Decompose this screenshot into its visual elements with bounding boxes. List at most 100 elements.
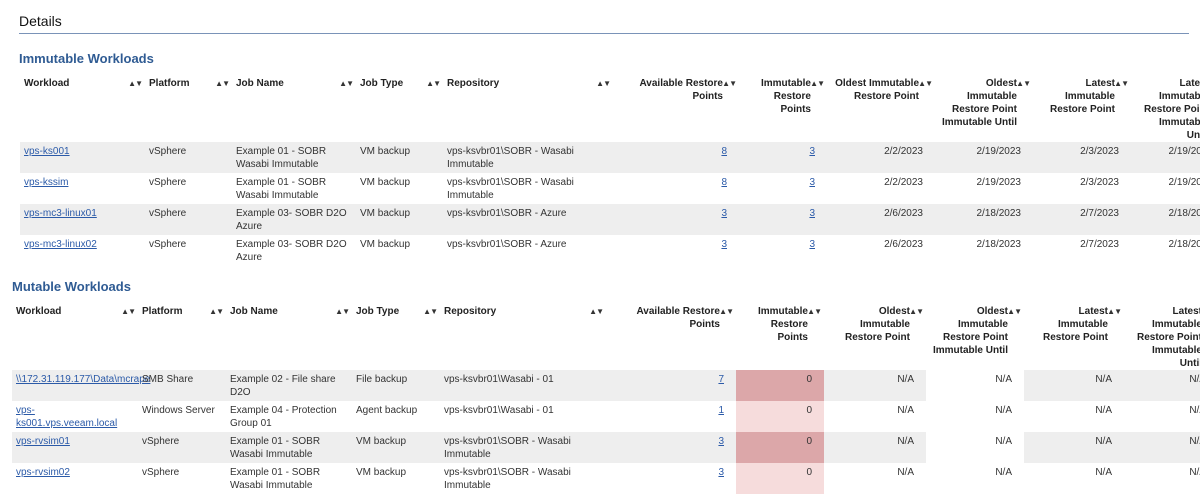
cell-available-restore-points: 3 bbox=[613, 235, 739, 266]
sort-icon[interactable]: ▲▼ bbox=[423, 305, 438, 318]
sort-icon[interactable]: ▲▼ bbox=[909, 305, 924, 318]
col-header-repository[interactable]: Repository ▲▼ bbox=[440, 305, 606, 370]
col-header-available-restore-points[interactable]: Available Restore Points ▲▼ bbox=[613, 77, 739, 142]
col-header-latest-immutable-until[interactable]: Latest Immutable Restore Point Immutable… bbox=[1124, 305, 1200, 370]
cell-oldest-immutable-restore-point: 2/6/2023 bbox=[827, 204, 935, 235]
workload-link[interactable]: vps-mc3-linux01 bbox=[24, 208, 97, 219]
cell-job-name: Example 04 - Protection Group 01 bbox=[230, 405, 337, 429]
cell-platform: vSphere bbox=[145, 204, 232, 235]
cell-repository: vps-ksvbr01\SOBR - Wasabi Immutable bbox=[440, 432, 606, 463]
col-header-latest-immutable-restore-point[interactable]: Latest Immutable Restore Point ▲▼ bbox=[1033, 77, 1131, 142]
cell-oldest-immutable-until: 2/19/2023 bbox=[935, 142, 1033, 173]
sort-icon[interactable]: ▲▼ bbox=[339, 77, 354, 90]
cell-job-name: Example 01 - SOBR Wasabi Immutable bbox=[232, 142, 356, 173]
cell-workload: \\172.31.119.177\Data\mcrape bbox=[12, 370, 150, 401]
col-header-repository[interactable]: Repository ▲▼ bbox=[443, 77, 613, 142]
cell-latest-immutable-until: N/A bbox=[1124, 432, 1200, 463]
col-header-oldest-immutable-restore-point[interactable]: Oldest Immutable Restore Point ▲▼ bbox=[824, 305, 926, 370]
restore-points-link[interactable]: 3 bbox=[809, 146, 815, 157]
col-header-job-type[interactable]: Job Type ▲▼ bbox=[356, 77, 443, 142]
cell-latest-immutable-restore-point: N/A bbox=[1095, 467, 1112, 478]
immutable-workloads-table: Workload ▲▼ Platform ▲▼ Job Name ▲▼ Job Typ… bbox=[20, 77, 1200, 266]
restore-points-link[interactable]: 3 bbox=[718, 467, 724, 478]
cell-latest-immutable-until: N/A bbox=[1124, 370, 1200, 401]
col-header-workload[interactable]: Workload ▲▼ bbox=[20, 77, 145, 142]
sort-icon[interactable]: ▲▼ bbox=[335, 305, 350, 318]
cell-job-type: VM backup bbox=[352, 432, 440, 463]
restore-points-link[interactable]: 8 bbox=[721, 146, 727, 157]
col-header-immutable-restore-points[interactable]: Immutable Restore Points ▲▼ bbox=[736, 305, 824, 370]
cell-available-restore-points: 8 bbox=[613, 173, 739, 204]
restore-points-link[interactable]: 3 bbox=[721, 239, 727, 250]
cell-job-name: Example 03- SOBR D2O Azure bbox=[236, 239, 347, 263]
col-header-available-restore-points[interactable]: Available Restore Points ▲▼ bbox=[606, 305, 736, 370]
workload-link[interactable]: vps-mc3-linux02 bbox=[24, 239, 97, 250]
restore-points-link[interactable]: 3 bbox=[809, 177, 815, 188]
restore-points-link[interactable]: 8 bbox=[721, 177, 727, 188]
sort-icon[interactable]: ▲▼ bbox=[215, 77, 230, 90]
col-header-job-name[interactable]: Job Name ▲▼ bbox=[232, 77, 356, 142]
cell-platform: vSphere bbox=[145, 142, 232, 173]
cell-latest-immutable-restore-point: N/A bbox=[1095, 405, 1112, 416]
restore-points-link[interactable]: 3 bbox=[718, 436, 724, 447]
cell-platform: Windows Server bbox=[142, 405, 215, 416]
sort-icon[interactable]: ▲▼ bbox=[209, 305, 224, 318]
cell-platform: vSphere bbox=[149, 239, 187, 250]
restore-points-link[interactable]: 3 bbox=[809, 208, 815, 219]
workload-link[interactable]: vps-rvsim01 bbox=[16, 436, 70, 447]
sort-icon[interactable]: ▲▼ bbox=[1016, 77, 1031, 90]
workload-link[interactable]: vps-ks001 bbox=[24, 146, 70, 157]
col-header-platform[interactable]: Platform ▲▼ bbox=[138, 305, 226, 370]
col-header-job-name[interactable]: Job Name ▲▼ bbox=[226, 305, 352, 370]
sort-icon[interactable]: ▲▼ bbox=[719, 305, 734, 318]
restore-points-link[interactable]: 3 bbox=[809, 239, 815, 250]
col-header-workload[interactable]: Workload ▲▼ bbox=[12, 305, 138, 370]
sort-icon[interactable]: ▲▼ bbox=[589, 305, 604, 318]
cell-platform: vSphere bbox=[149, 177, 187, 188]
sort-icon[interactable]: ▲▼ bbox=[128, 77, 143, 90]
sort-icon[interactable]: ▲▼ bbox=[596, 77, 611, 90]
col-header-oldest-immutable-until[interactable]: Oldest Immutable Restore Point Immutable… bbox=[935, 77, 1033, 142]
restore-points-link[interactable]: 1 bbox=[718, 405, 724, 416]
sort-icon[interactable]: ▲▼ bbox=[918, 77, 933, 90]
cell-available-restore-points: 1 bbox=[606, 401, 736, 432]
cell-oldest-immutable-until: 2/18/2023 bbox=[935, 204, 1033, 235]
cell-oldest-immutable-restore-point: N/A bbox=[897, 405, 914, 416]
sort-icon[interactable]: ▲▼ bbox=[121, 305, 136, 318]
cell-immutable-restore-points: 3 bbox=[739, 173, 827, 204]
cell-repository: vps-ksvbr01\SOBR - Azure bbox=[447, 239, 567, 250]
col-header-latest-immutable-restore-point[interactable]: Latest Immutable Restore Point ▲▼ bbox=[1024, 305, 1124, 370]
immutable-section-title: Immutable Workloads bbox=[19, 51, 154, 66]
cell-job-type: Agent backup bbox=[356, 405, 418, 416]
col-header-immutable-restore-points[interactable]: Immutable Restore Points ▲▼ bbox=[739, 77, 827, 142]
sort-icon[interactable]: ▲▼ bbox=[426, 77, 441, 90]
workload-link[interactable]: vps-rvsim02 bbox=[16, 467, 70, 478]
col-header-job-type[interactable]: Job Type ▲▼ bbox=[352, 305, 440, 370]
cell-immutable-restore-points: 3 bbox=[739, 204, 827, 235]
cell-latest-immutable-restore-point: 2/3/2023 bbox=[1080, 177, 1119, 188]
cell-job-name: Example 01 - SOBR Wasabi Immutable bbox=[236, 177, 327, 201]
col-header-latest-immutable-until[interactable]: Latest Immutable Restore Point Immutable… bbox=[1131, 77, 1200, 142]
table-row: vps-kssim vSphere Example 01 - SOBR Wasabi… bbox=[20, 173, 1200, 204]
cell-workload: vps-mc3-linux02 bbox=[20, 235, 145, 266]
cell-job-type: VM backup bbox=[356, 467, 407, 478]
sort-icon[interactable]: ▲▼ bbox=[1114, 77, 1129, 90]
sort-icon[interactable]: ▲▼ bbox=[810, 77, 825, 90]
sort-icon[interactable]: ▲▼ bbox=[722, 77, 737, 90]
workload-link[interactable]: vps-ks001.vps.veeam.local bbox=[16, 405, 117, 429]
cell-latest-immutable-restore-point: N/A bbox=[1024, 370, 1124, 401]
restore-points-link[interactable]: 3 bbox=[721, 208, 727, 219]
cell-oldest-immutable-restore-point: N/A bbox=[824, 432, 926, 463]
col-header-oldest-immutable-until[interactable]: Oldest Immutable Restore Point Immutable… bbox=[926, 305, 1024, 370]
restore-points-link[interactable]: 7 bbox=[718, 374, 724, 385]
workload-link[interactable]: \\172.31.119.177\Data\mcrape bbox=[16, 374, 150, 385]
sort-icon[interactable]: ▲▼ bbox=[807, 305, 822, 318]
sort-icon[interactable]: ▲▼ bbox=[1007, 305, 1022, 318]
table-row: vps-mc3-linux02 vSphere Example 03- SOBR D… bbox=[20, 235, 1200, 266]
col-header-oldest-immutable-restore-point[interactable]: Oldest Immutable Restore Point ▲▼ bbox=[827, 77, 935, 142]
cell-latest-immutable-until: N/A bbox=[1189, 467, 1200, 478]
sort-icon[interactable]: ▲▼ bbox=[1107, 305, 1122, 318]
cell-immutable-restore-points: 3 bbox=[739, 235, 827, 266]
col-header-platform[interactable]: Platform ▲▼ bbox=[145, 77, 232, 142]
workload-link[interactable]: vps-kssim bbox=[24, 177, 68, 188]
